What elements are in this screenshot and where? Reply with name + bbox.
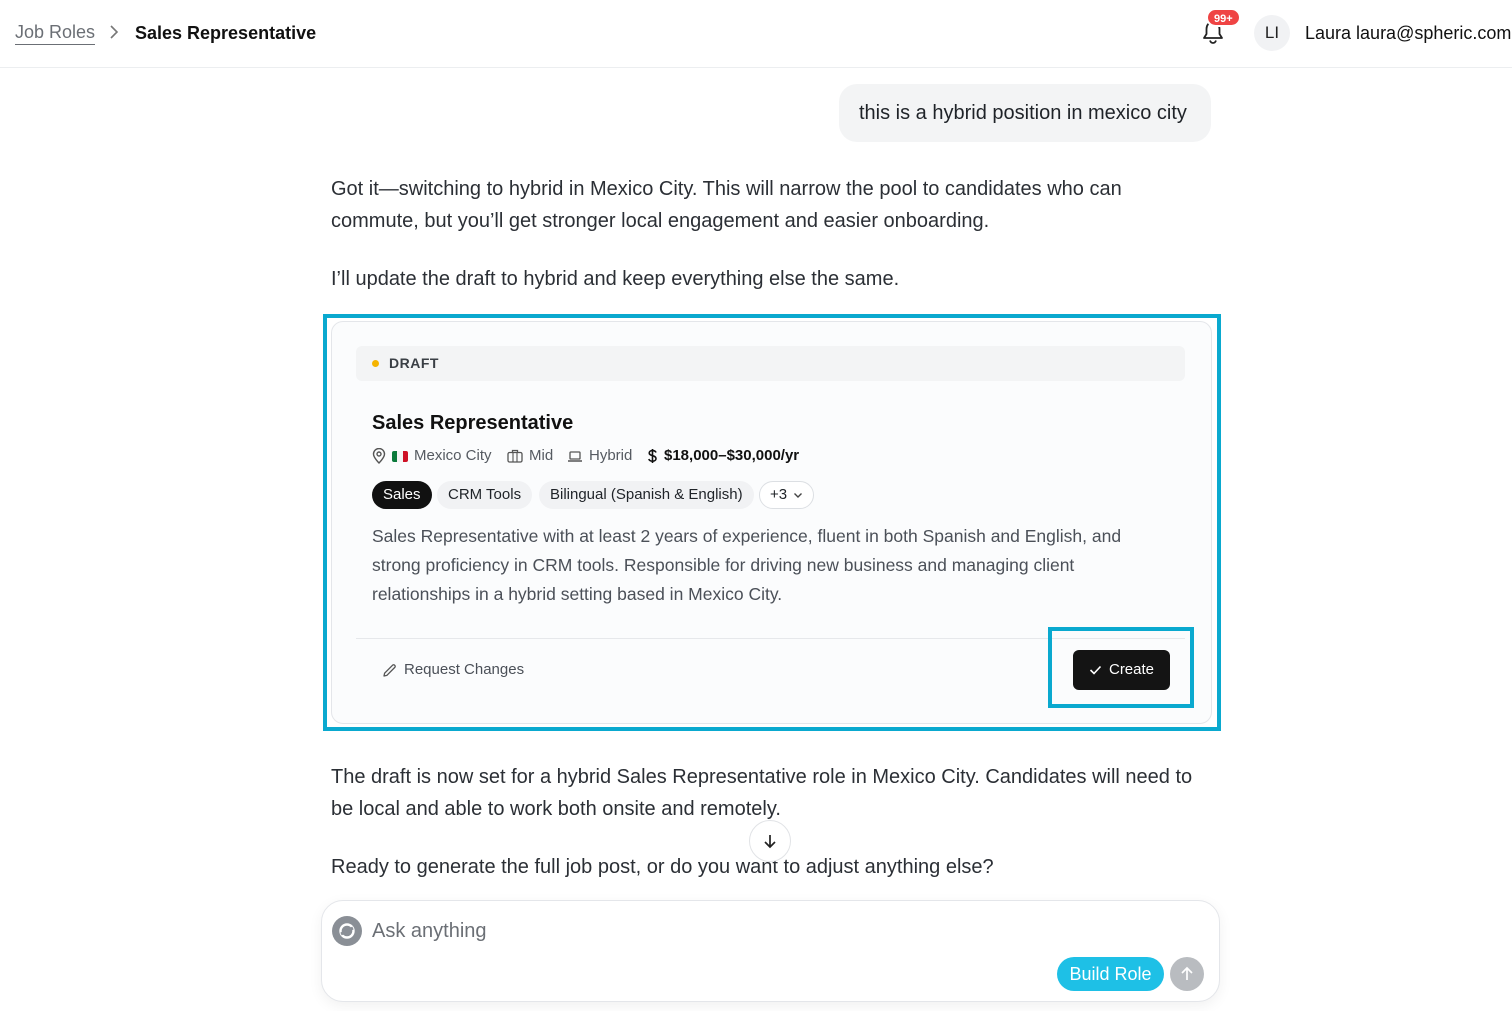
avatar[interactable]: LI [1254,15,1290,51]
notification-badge: 99+ [1206,8,1241,27]
arrow-up-icon [1181,966,1193,980]
send-button[interactable] [1170,957,1204,991]
build-role-button[interactable]: Build Role [1057,957,1164,991]
top-header: Job Roles Sales Representative 99+ LI La… [0,0,1512,68]
assistant-message-paragraph: The draft is now set for a hybrid Sales … [331,766,1193,820]
assistant-message-paragraph: Got it—switching to hybrid in Mexico Cit… [331,178,1122,232]
user-message-bubble: this is a hybrid position in mexico city [839,84,1211,142]
user-name: Laura [1305,23,1352,43]
breadcrumb-job-roles-link[interactable]: Job Roles [15,21,96,45]
user-account[interactable]: Laura laura@spheric.com [1305,22,1511,44]
create-button-highlight [1048,627,1194,708]
arrow-down-icon [764,835,776,849]
scroll-to-bottom-button[interactable] [749,820,791,862]
chevron-right-icon [110,25,119,39]
ask-anything-input[interactable] [372,918,1012,944]
user-email: laura@spheric.com [1356,23,1512,43]
spheric-logo-icon [332,916,362,946]
breadcrumb-current: Sales Representative [135,23,317,43]
assistant-message-paragraph: I’ll update the draft to hybrid and keep… [331,268,900,290]
